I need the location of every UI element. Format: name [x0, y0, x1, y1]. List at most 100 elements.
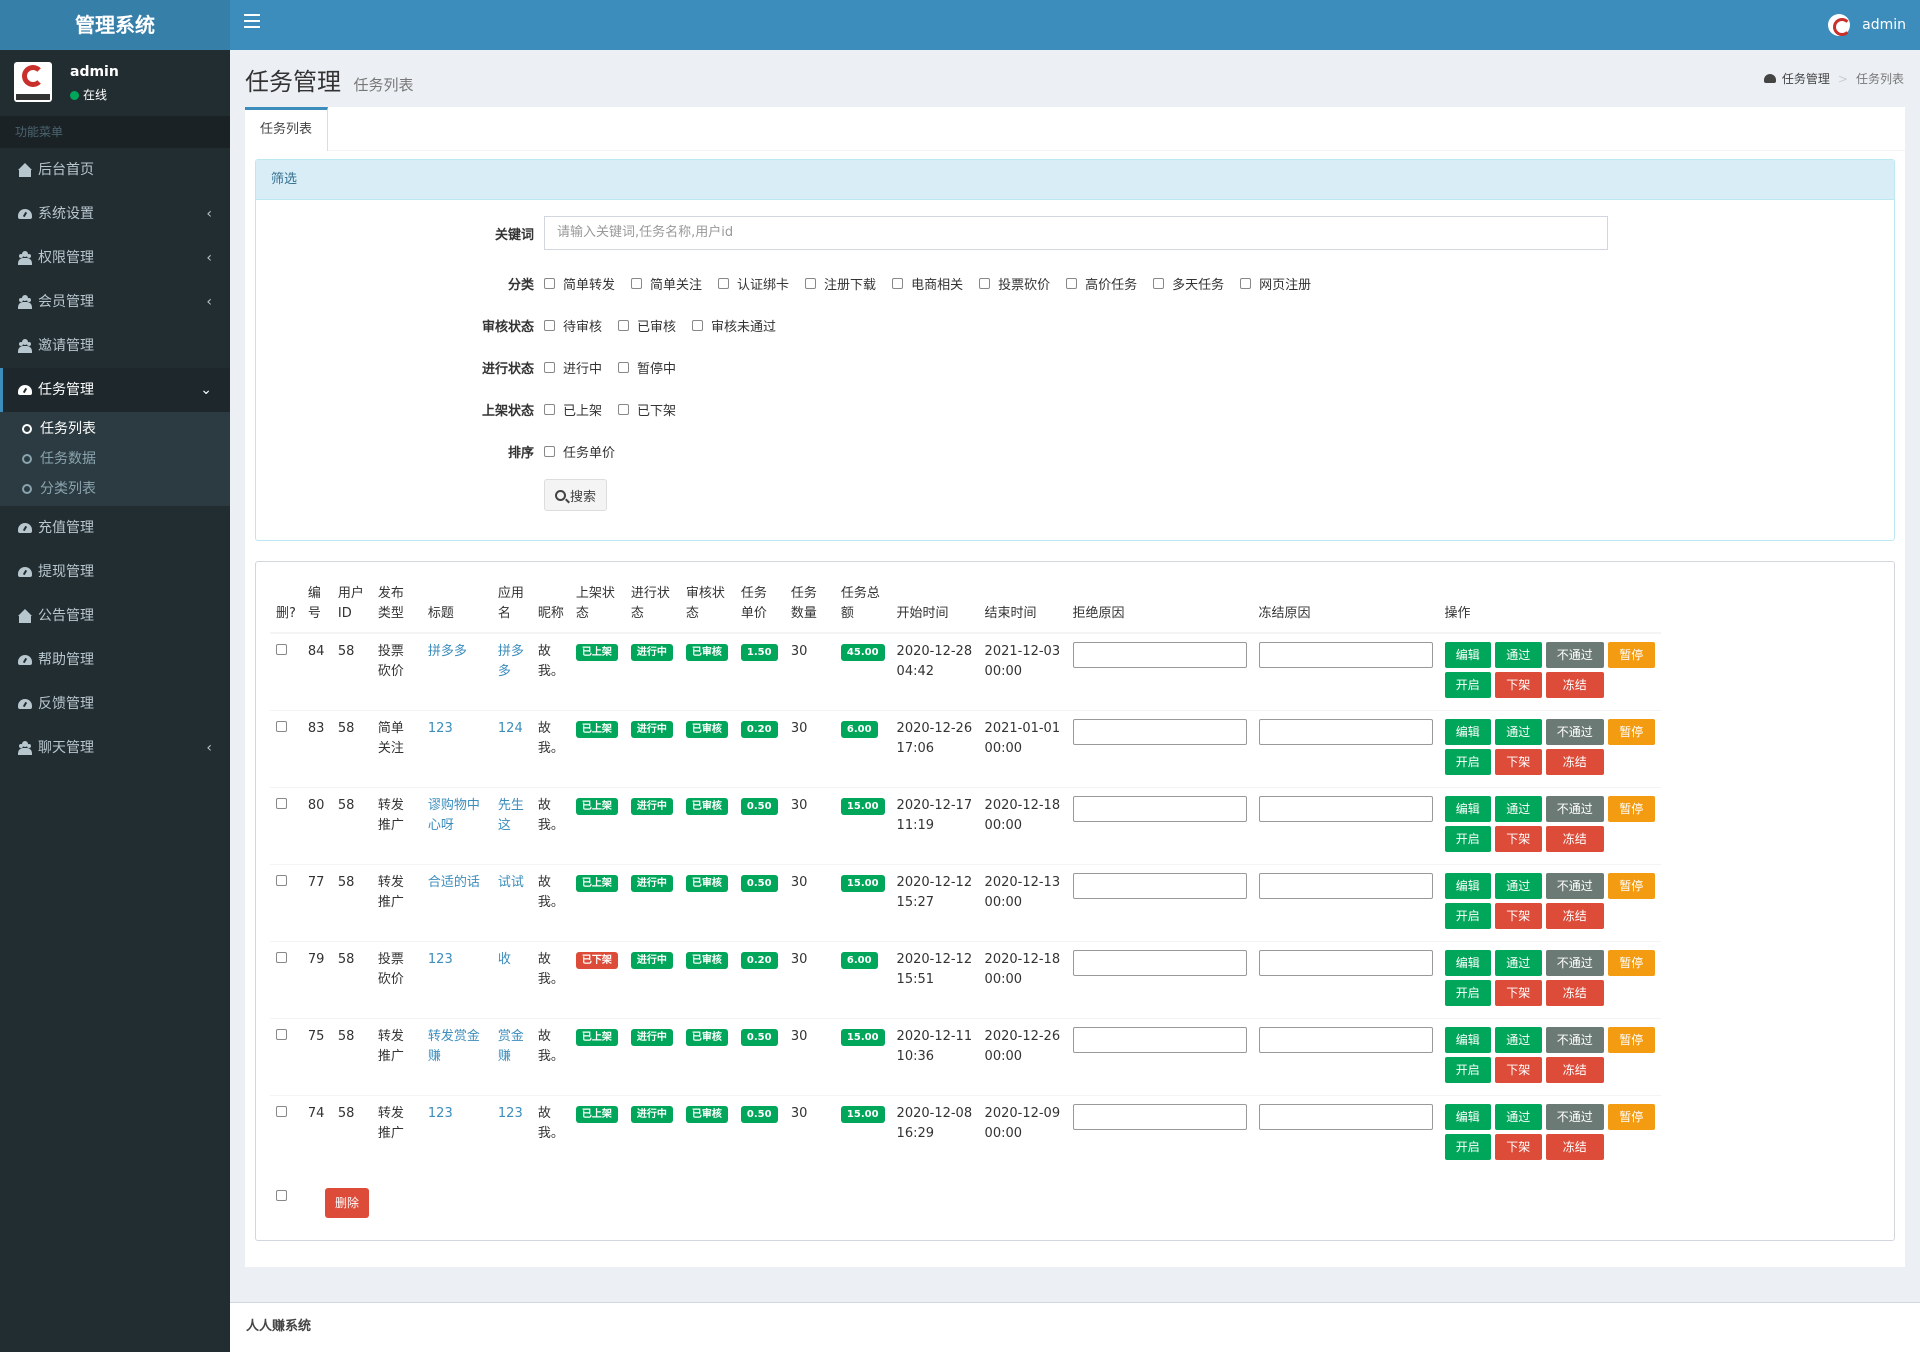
- sidebar-item[interactable]: 公告管理: [0, 594, 230, 638]
- sidebar-item[interactable]: 会员管理 ‹: [0, 280, 230, 324]
- category-option[interactable]: 简单关注: [631, 274, 702, 293]
- task-title-link[interactable]: 谬购物中心呀: [421, 786, 492, 864]
- pause-button[interactable]: 暂停: [1608, 872, 1655, 899]
- category-option[interactable]: 认证绑卡: [718, 274, 789, 293]
- audit-option[interactable]: 审核未通过: [692, 316, 776, 335]
- edit-button[interactable]: 编辑: [1444, 718, 1492, 745]
- audit-checkbox[interactable]: [692, 319, 704, 331]
- app-name-link[interactable]: 123: [491, 1094, 532, 1172]
- reject-button[interactable]: 不通过: [1545, 642, 1605, 668]
- audit-checkbox[interactable]: [544, 319, 555, 331]
- progress-checkbox[interactable]: [544, 361, 555, 373]
- progress-checkbox[interactable]: [618, 361, 630, 373]
- search-button[interactable]: 搜索: [544, 479, 608, 511]
- reject-reason-input[interactable]: [1072, 718, 1247, 745]
- category-checkbox[interactable]: [979, 277, 991, 289]
- row-checkbox[interactable]: [276, 720, 287, 732]
- task-title-link[interactable]: 转发赏金赚: [421, 1017, 492, 1095]
- app-name-link[interactable]: 试试: [491, 863, 532, 941]
- submenu-item-category-list[interactable]: 分类列表: [0, 474, 230, 504]
- approve-button[interactable]: 通过: [1495, 872, 1542, 899]
- resume-button[interactable]: 开启: [1444, 902, 1492, 929]
- sidebar-item-task-management[interactable]: 任务管理 ⌄: [0, 368, 230, 412]
- sidebar-item[interactable]: 聊天管理 ‹: [0, 726, 230, 770]
- freeze-button[interactable]: 冻结: [1545, 979, 1605, 1006]
- audit-option[interactable]: 待审核: [544, 316, 602, 335]
- row-checkbox[interactable]: [276, 797, 287, 809]
- audit-checkbox[interactable]: [618, 319, 630, 331]
- row-checkbox[interactable]: [276, 874, 287, 886]
- freeze-reason-input[interactable]: [1258, 795, 1433, 822]
- category-checkbox[interactable]: [631, 277, 643, 289]
- pause-button[interactable]: 暂停: [1608, 1026, 1655, 1053]
- reject-reason-input[interactable]: [1072, 795, 1247, 822]
- pause-button[interactable]: 暂停: [1608, 795, 1655, 822]
- pause-button[interactable]: 暂停: [1608, 949, 1655, 976]
- resume-button[interactable]: 开启: [1444, 748, 1492, 775]
- task-title-link[interactable]: 123: [421, 709, 492, 787]
- freeze-reason-input[interactable]: [1258, 642, 1433, 668]
- reject-reason-input[interactable]: [1072, 1026, 1247, 1053]
- category-checkbox[interactable]: [544, 277, 555, 289]
- shelf-checkbox[interactable]: [544, 403, 555, 415]
- category-checkbox[interactable]: [1066, 277, 1078, 289]
- sidebar-item[interactable]: 帮助管理: [0, 638, 230, 682]
- approve-button[interactable]: 通过: [1495, 1026, 1542, 1053]
- task-title-link[interactable]: 合适的话: [421, 863, 492, 941]
- shelf-checkbox[interactable]: [618, 403, 630, 415]
- freeze-button[interactable]: 冻结: [1545, 1133, 1605, 1160]
- select-all-checkbox[interactable]: [276, 1190, 287, 1201]
- approve-button[interactable]: 通过: [1495, 642, 1542, 668]
- unlist-button[interactable]: 下架: [1495, 902, 1542, 929]
- row-checkbox[interactable]: [276, 1105, 287, 1117]
- category-option[interactable]: 注册下载: [805, 274, 876, 293]
- sort-checkbox[interactable]: [544, 445, 555, 457]
- progress-option[interactable]: 进行中: [544, 358, 602, 377]
- unlist-button[interactable]: 下架: [1495, 1056, 1542, 1083]
- app-name-link[interactable]: 拼多多: [491, 632, 532, 710]
- pause-button[interactable]: 暂停: [1608, 718, 1655, 745]
- sidebar-item[interactable]: 充值管理: [0, 506, 230, 550]
- unlist-button[interactable]: 下架: [1495, 1133, 1542, 1160]
- category-option[interactable]: 高价任务: [1066, 274, 1137, 293]
- edit-button[interactable]: 编辑: [1444, 1026, 1492, 1053]
- reject-reason-input[interactable]: [1072, 872, 1247, 899]
- app-logo[interactable]: 管理系统: [0, 0, 230, 50]
- resume-button[interactable]: 开启: [1444, 1133, 1492, 1160]
- category-checkbox[interactable]: [892, 277, 904, 289]
- edit-button[interactable]: 编辑: [1444, 642, 1492, 668]
- breadcrumb-home[interactable]: 任务管理: [1782, 70, 1830, 87]
- category-option[interactable]: 投票砍价: [979, 274, 1050, 293]
- reject-reason-input[interactable]: [1072, 642, 1247, 668]
- sidebar-item[interactable]: 后台首页: [0, 148, 230, 192]
- edit-button[interactable]: 编辑: [1444, 795, 1492, 822]
- audit-option[interactable]: 已审核: [618, 316, 676, 335]
- task-title-link[interactable]: 拼多多: [421, 632, 492, 710]
- sidebar-item[interactable]: 提现管理: [0, 550, 230, 594]
- reject-button[interactable]: 不通过: [1545, 718, 1605, 745]
- row-checkbox[interactable]: [276, 644, 287, 655]
- approve-button[interactable]: 通过: [1495, 1103, 1542, 1130]
- sidebar-item[interactable]: 权限管理 ‹: [0, 236, 230, 280]
- reject-reason-input[interactable]: [1072, 949, 1247, 976]
- delete-button[interactable]: 删除: [325, 1188, 370, 1218]
- tab-task-list[interactable]: 任务列表: [245, 107, 329, 151]
- unlist-button[interactable]: 下架: [1495, 825, 1542, 852]
- edit-button[interactable]: 编辑: [1444, 949, 1492, 976]
- reject-button[interactable]: 不通过: [1545, 795, 1605, 822]
- reject-button[interactable]: 不通过: [1545, 949, 1605, 976]
- resume-button[interactable]: 开启: [1444, 825, 1492, 852]
- category-option[interactable]: 电商相关: [892, 274, 963, 293]
- freeze-button[interactable]: 冻结: [1545, 672, 1605, 698]
- task-title-link[interactable]: 123: [421, 940, 492, 1018]
- app-name-link[interactable]: 先生这: [491, 786, 532, 864]
- category-option[interactable]: 多天任务: [1153, 274, 1224, 293]
- category-checkbox[interactable]: [805, 277, 817, 289]
- shelf-option[interactable]: 已上架: [544, 400, 602, 419]
- category-option[interactable]: 网页注册: [1240, 274, 1311, 293]
- resume-button[interactable]: 开启: [1444, 979, 1492, 1006]
- app-name-link[interactable]: 124: [491, 709, 532, 787]
- sort-option[interactable]: 任务单价: [544, 442, 615, 461]
- reject-button[interactable]: 不通过: [1545, 872, 1605, 899]
- reject-button[interactable]: 不通过: [1545, 1026, 1605, 1053]
